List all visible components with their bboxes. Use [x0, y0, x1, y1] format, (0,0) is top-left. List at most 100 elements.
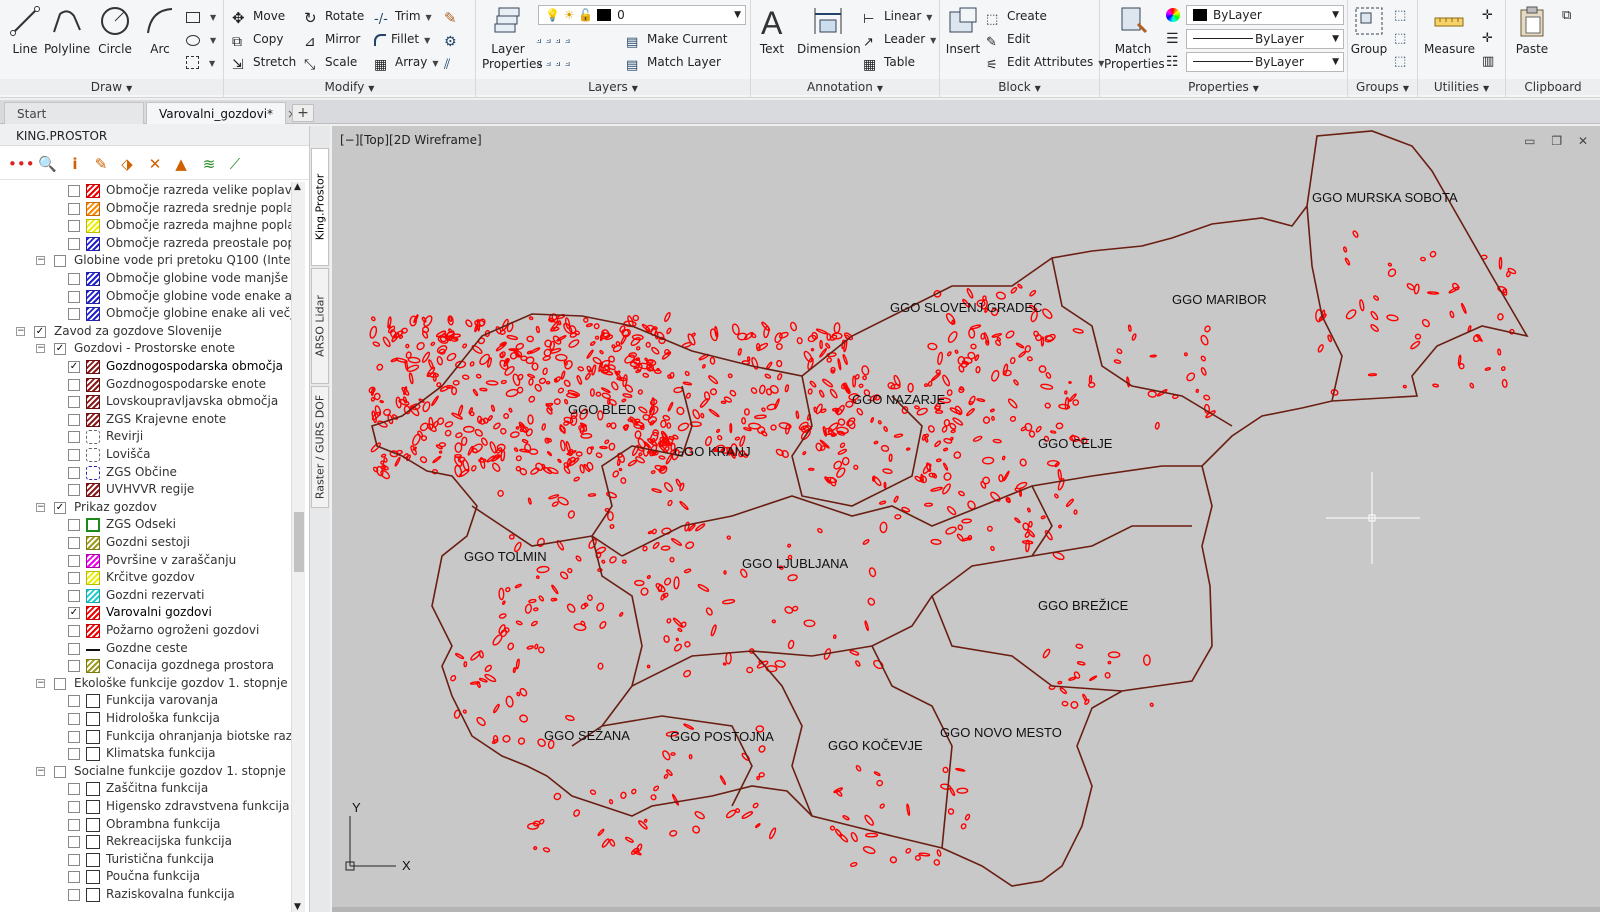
layer-visibility-checkbox[interactable] — [68, 713, 80, 725]
tree-row[interactable]: ZGS Odseki — [4, 516, 292, 534]
new-tab-button[interactable]: + — [292, 104, 314, 122]
layer-visibility-checkbox[interactable]: ✓ — [54, 343, 66, 356]
tree-row[interactable]: Lovišča — [4, 446, 292, 464]
region-label[interactable]: GGO BLED — [568, 402, 636, 417]
modify-panel-title[interactable]: Modify ▼ — [224, 79, 475, 95]
tab-varovalni-gozdovi[interactable]: Varovalni_gozdovi*× — [146, 102, 297, 124]
tree-row[interactable]: − ✓ Prikaz gozdov — [4, 499, 292, 517]
tree-row[interactable]: Rekreacijska funkcija — [4, 833, 292, 851]
group-button[interactable]: Group — [1350, 4, 1388, 57]
id-point-icon[interactable]: ✛ — [1482, 8, 1493, 23]
region-label[interactable]: GGO CELJE — [1038, 436, 1113, 451]
tree-row[interactable]: Krčitve gozdov — [4, 569, 292, 587]
pencil-icon[interactable]: ✎ — [92, 155, 110, 173]
scroll-down-icon[interactable]: ▼ — [294, 902, 301, 912]
move-button[interactable]: ✥ Move — [232, 6, 285, 26]
region-label[interactable]: GGO NOVO MESTO — [940, 725, 1062, 740]
properties-panel-title[interactable]: Properties ▼ — [1100, 79, 1347, 95]
tree-row[interactable]: Območje razreda majhne poplavne — [4, 217, 292, 235]
lineweight-dropdown[interactable]: ByLayer ▼ — [1186, 52, 1344, 72]
tree-row[interactable]: Območje globine vode manjše od — [4, 270, 292, 288]
layer-visibility-checkbox[interactable] — [54, 677, 66, 690]
cross-lines-icon[interactable]: ✕ — [146, 155, 164, 173]
tree-row[interactable]: Površine v zaraščanju — [4, 552, 292, 570]
layer-visibility-checkbox[interactable] — [68, 589, 80, 602]
layer-visibility-checkbox[interactable] — [68, 519, 80, 532]
layer-visibility-checkbox[interactable] — [68, 889, 80, 901]
insert-button[interactable]: Insert — [944, 4, 982, 57]
paste-button[interactable]: Paste — [1512, 4, 1552, 57]
group-select-icon[interactable]: ⬚ — [1394, 54, 1406, 69]
tree-row[interactable]: Funkcija varovanja — [4, 692, 292, 710]
rectangle-button[interactable]: ▼ — [186, 6, 216, 26]
layer-visibility-checkbox[interactable] — [68, 836, 80, 849]
tree-row[interactable]: − Ekološke funkcije gozdov 1. stopnje — [4, 675, 292, 693]
boundary-button[interactable]: ▼ — [186, 52, 215, 72]
layer-tools-row1[interactable]: ⟓ ⟓ ⟓ ⟓ — [536, 29, 570, 49]
tab-raster-gurs-dof[interactable]: Raster / GURS DOF — [311, 386, 329, 508]
circle-button[interactable]: Circle — [96, 4, 134, 57]
tab-arso-lidar[interactable]: ARSO Lidar — [311, 268, 329, 384]
region-label[interactable]: GGO SEŽANA — [544, 728, 630, 743]
tab-start[interactable]: Start — [4, 102, 144, 124]
layer-visibility-checkbox[interactable] — [68, 554, 80, 567]
tree-row[interactable]: − ✓ Zavod za gozdove Slovenije — [4, 323, 292, 341]
scale-button[interactable]: ⤡ Scale — [304, 52, 357, 73]
mirror-button[interactable]: ⊿ Mirror — [304, 29, 360, 50]
collapse-icon[interactable]: − — [36, 256, 45, 266]
viewport-controls-label[interactable]: [−][Top][2D Wireframe] — [340, 133, 482, 147]
more-dots-icon[interactable]: ••• — [8, 155, 35, 173]
linear-button[interactable]: ⊢ Linear ▼ — [863, 6, 932, 27]
collapse-icon[interactable]: − — [36, 502, 45, 512]
tree-row[interactable]: Območje razreda preostale poplavr — [4, 235, 292, 253]
ungroup-icon[interactable]: ⬚ — [1394, 8, 1406, 23]
make-current-button[interactable]: ▤ Make Current — [626, 29, 728, 50]
layer-visibility-checkbox[interactable] — [68, 449, 80, 461]
region-label[interactable]: GGO MARIBOR — [1172, 292, 1267, 307]
tree-row[interactable]: ZGS Krajevne enote — [4, 411, 292, 429]
minimize-viewport-icon[interactable]: ▭ — [1524, 134, 1541, 148]
collapse-icon[interactable]: − — [16, 326, 25, 336]
tree-row[interactable]: Higensko zdravstvena funkcija — [4, 798, 292, 816]
dimension-button[interactable]: Dimension — [797, 4, 861, 57]
arc-button[interactable]: Arc — [141, 4, 179, 57]
utilities-panel-title[interactable]: Utilities ▼ — [1418, 79, 1505, 95]
layer-visibility-checkbox[interactable] — [68, 818, 80, 831]
locate-point-icon[interactable]: ✛ — [1482, 31, 1493, 46]
rotate-button[interactable]: ↻ Rotate — [304, 6, 364, 26]
tree-row[interactable]: Gozdni sestoji — [4, 534, 292, 552]
tree-row[interactable]: Funkcija ohranjanja biotske raznoli — [4, 728, 292, 746]
layer-visibility-checkbox[interactable] — [68, 801, 80, 813]
layer-visibility-checkbox[interactable] — [68, 185, 80, 197]
tree-row[interactable]: − Globine vode pri pretoku Q100 (Integra — [4, 252, 292, 270]
tree-row[interactable]: UVHVVR regije — [4, 481, 292, 499]
tree-row[interactable]: Lovskoupravljavska območja — [4, 393, 292, 411]
erase-button[interactable]: ✎ — [444, 6, 465, 26]
layer-visibility-checkbox[interactable]: ✓ — [68, 361, 80, 373]
tree-row[interactable]: Conacija gozdnega prostora — [4, 657, 292, 675]
region-label[interactable]: GGO NAZARJE — [852, 392, 946, 407]
annotation-panel-title[interactable]: Annotation ▼ — [751, 79, 939, 95]
array-button[interactable]: ▦ Array ▼ — [374, 52, 438, 73]
canvas-horizontal-scrollbar[interactable] — [332, 907, 1600, 912]
polyline-button[interactable]: Polyline — [44, 4, 90, 57]
layers-panel-title[interactable]: Layers ▼ — [476, 79, 750, 95]
tree-row[interactable]: Raziskovalna funkcija — [4, 886, 292, 904]
layer-visibility-checkbox[interactable] — [54, 255, 66, 268]
layer-visibility-checkbox[interactable] — [68, 871, 80, 884]
region-label[interactable]: GGO POSTOJNA — [670, 729, 774, 744]
collapse-icon[interactable]: − — [36, 766, 45, 776]
layer-properties-button[interactable]: Layer Properties — [482, 4, 543, 72]
explode-button[interactable]: ⚙ — [444, 29, 465, 50]
table-button[interactable]: ▦ Table — [863, 52, 915, 73]
layer-visibility-checkbox[interactable]: ✓ — [34, 325, 46, 338]
fillet-button[interactable]: Fillet ▼ — [374, 29, 430, 49]
edit-attributes-button[interactable]: ⚟ Edit Attributes ▼ — [986, 52, 1104, 73]
collapse-icon[interactable]: − — [36, 678, 45, 688]
layer-visibility-checkbox[interactable] — [68, 273, 80, 285]
layer-visibility-checkbox[interactable] — [68, 431, 80, 444]
layer-visibility-checkbox[interactable] — [68, 625, 80, 637]
tree-row[interactable]: Območje razreda srednje poplavne — [4, 200, 292, 218]
tree-row[interactable]: Gozdni rezervati — [4, 587, 292, 605]
layer-visibility-checkbox[interactable] — [54, 765, 66, 778]
